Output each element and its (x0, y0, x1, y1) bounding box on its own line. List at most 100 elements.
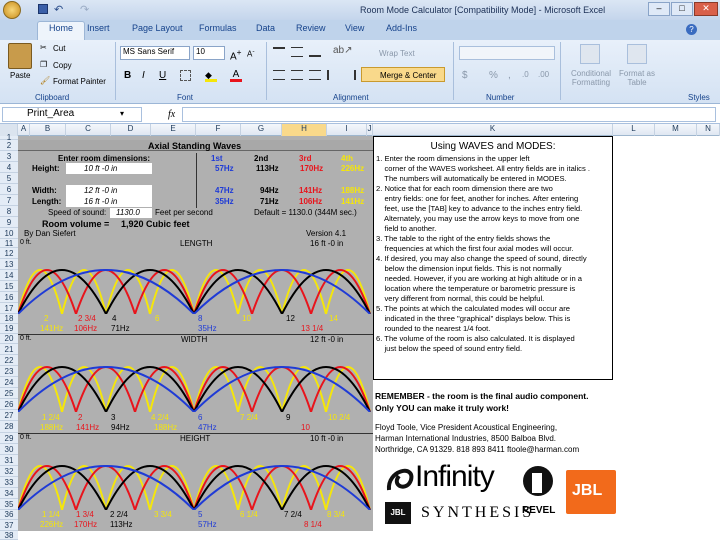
row-header[interactable]: 34 (0, 488, 18, 499)
align-middle-icon[interactable] (291, 47, 303, 57)
row-header[interactable]: 25 (0, 388, 18, 399)
name-box-dropdown-icon[interactable]: ▾ (120, 109, 124, 118)
font-size-select[interactable]: 10 (193, 46, 225, 60)
tab-home-label[interactable]: Home (49, 23, 73, 33)
cut-button[interactable]: Cut (53, 44, 65, 53)
conditional-formatting-button[interactable]: Conditional Formatting (565, 69, 617, 87)
row-header[interactable]: 32 (0, 466, 18, 477)
tab-insert[interactable]: Insert (87, 23, 110, 33)
row-header[interactable]: 30 (0, 444, 18, 455)
maximize-button[interactable]: □ (671, 2, 693, 16)
paste-button[interactable]: Paste (10, 71, 30, 80)
tab-view[interactable]: View (345, 23, 364, 33)
length-input[interactable]: 16 ft -0 in (66, 196, 152, 207)
row-header[interactable]: 16 (0, 292, 18, 303)
close-button[interactable]: ✕ (694, 2, 718, 16)
row-header[interactable]: 12 (0, 248, 18, 259)
column-header-e[interactable]: E (151, 124, 196, 136)
formula-input[interactable] (182, 107, 716, 122)
row-header[interactable]: 33 (0, 477, 18, 488)
number-format-select[interactable] (459, 46, 555, 60)
tab-page-layout[interactable]: Page Layout (132, 23, 183, 33)
column-header-l[interactable]: L (613, 124, 655, 136)
fill-color-icon[interactable]: ◆ (205, 70, 217, 82)
column-header-k[interactable]: K (373, 124, 613, 136)
format-painter-icon[interactable]: 🖌 (40, 76, 50, 85)
font-name-select[interactable]: MS Sans Serif (120, 46, 190, 60)
increase-decimal-icon[interactable]: .0 (522, 70, 529, 79)
save-icon[interactable] (38, 4, 48, 14)
row-header[interactable]: 15 (0, 281, 18, 292)
align-top-icon[interactable] (273, 47, 285, 57)
wrap-text-button[interactable]: Wrap Text (379, 49, 415, 58)
row-header[interactable]: 26 (0, 399, 18, 410)
row-header[interactable]: 8 (0, 206, 18, 217)
undo-icon[interactable]: ↶ (54, 3, 63, 16)
format-table-button[interactable]: Format as Table (618, 69, 656, 87)
row-header[interactable]: 23 (0, 366, 18, 377)
decrease-decimal-icon[interactable]: .00 (538, 70, 549, 79)
tab-add-ins[interactable]: Add-Ins (386, 23, 417, 33)
minimize-button[interactable]: – (648, 2, 670, 16)
grow-font-icon[interactable]: A+ (230, 47, 242, 62)
tab-review[interactable]: Review (296, 23, 326, 33)
borders-icon[interactable] (180, 70, 191, 81)
row-header[interactable]: 11 (0, 239, 18, 248)
row-header[interactable]: 7 (0, 195, 18, 206)
row-header[interactable]: 2 (0, 140, 18, 151)
copy-icon[interactable]: ❐ (40, 60, 47, 69)
column-header-g[interactable]: G (241, 124, 282, 136)
shrink-font-icon[interactable]: A- (247, 48, 255, 59)
currency-button[interactable]: $ (462, 70, 468, 81)
orientation-icon[interactable]: ab↗ (333, 45, 353, 56)
format-painter-button[interactable]: Format Painter (53, 77, 106, 86)
row-header[interactable]: 13 (0, 259, 18, 270)
row-header[interactable]: 27 (0, 410, 18, 421)
fx-icon[interactable]: fx (168, 109, 175, 120)
column-header-d[interactable]: D (111, 124, 151, 136)
redo-icon[interactable]: ↷ (80, 3, 89, 16)
row-header[interactable]: 22 (0, 355, 18, 366)
increase-indent-icon[interactable] (344, 70, 356, 80)
column-header-f[interactable]: F (196, 124, 241, 136)
underline-button[interactable]: U (159, 70, 166, 81)
row-header[interactable]: 38 (0, 531, 18, 540)
cut-icon[interactable]: ✂ (40, 43, 47, 52)
row-header[interactable]: 28 (0, 421, 18, 433)
help-icon[interactable]: ? (686, 24, 697, 35)
italic-button[interactable]: I (142, 70, 145, 81)
office-button[interactable] (3, 1, 21, 19)
row-header[interactable]: 3 (0, 151, 18, 162)
row-header[interactable]: 37 (0, 520, 18, 531)
column-header-b[interactable]: B (30, 124, 66, 136)
row-header[interactable]: 18 (0, 314, 18, 324)
speed-of-sound-input[interactable]: 1130.0 (110, 208, 152, 218)
row-header[interactable]: 10 (0, 228, 18, 239)
row-header[interactable]: 21 (0, 344, 18, 355)
width-input[interactable]: 12 ft -0 in (66, 185, 152, 196)
column-header-a[interactable]: A (18, 124, 30, 136)
align-left-icon[interactable] (273, 70, 285, 80)
column-header-i[interactable]: I (327, 124, 367, 136)
font-color-icon[interactable]: A (230, 69, 242, 82)
align-right-icon[interactable] (309, 70, 321, 80)
conditional-formatting-icon[interactable] (580, 44, 600, 64)
row-header[interactable]: 5 (0, 173, 18, 184)
row-header[interactable]: 19 (0, 324, 18, 334)
row-header[interactable]: 36 (0, 510, 18, 520)
row-header[interactable]: 4 (0, 162, 18, 173)
align-bottom-icon[interactable] (309, 47, 321, 57)
row-header[interactable]: 31 (0, 455, 18, 466)
bold-button[interactable]: B (124, 70, 131, 81)
row-header[interactable]: 24 (0, 377, 18, 388)
row-header[interactable]: 14 (0, 270, 18, 281)
row-header[interactable]: 6 (0, 184, 18, 195)
row-header[interactable]: 29 (0, 433, 18, 444)
height-input[interactable]: 10 ft -0 in (66, 163, 152, 174)
column-header-m[interactable]: M (655, 124, 697, 136)
format-table-icon[interactable] (627, 44, 647, 64)
column-header-c[interactable]: C (66, 124, 111, 136)
row-header[interactable]: 35 (0, 499, 18, 510)
percent-button[interactable]: % (489, 70, 498, 81)
tab-data[interactable]: Data (256, 23, 275, 33)
